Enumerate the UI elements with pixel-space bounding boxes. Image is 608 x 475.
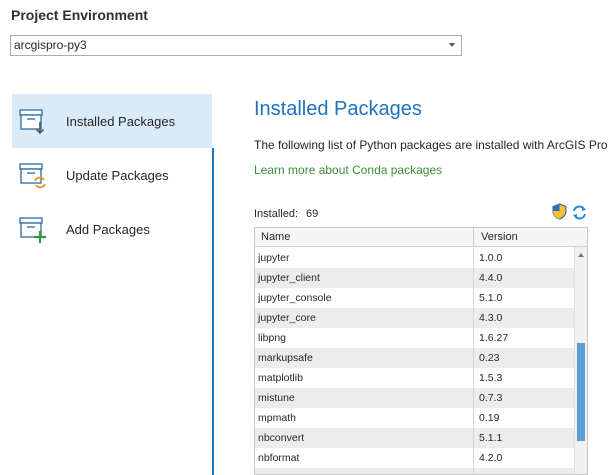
cell-divider [473,428,474,448]
cell-divider [473,448,474,468]
package-name-cell: matplotlib [258,372,303,384]
cell-divider [473,468,474,474]
table-row[interactable] [255,468,575,474]
table-row[interactable]: libpng 1.6.27 [255,328,575,348]
installed-packages-icon [18,106,48,136]
package-version-cell: 0.23 [479,352,500,364]
packages-table: Name Version jupyter 1.0.0 jupyter_client 4… [254,227,588,475]
installed-label: Installed: [254,208,299,220]
package-name-cell: jupyter [258,252,290,264]
cell-divider [473,368,474,388]
page-description: The following list of Python packages ar… [254,138,608,152]
package-name-cell: jupyter_client [258,272,320,284]
table-toolbar [552,203,588,221]
column-divider [473,228,474,247]
sidebar-item-update-packages[interactable]: Update Packages [12,148,212,202]
cell-divider [473,268,474,288]
package-name-cell: mpmath [258,412,296,424]
table-header: Name Version [255,228,587,247]
table-row[interactable]: nbformat 4.2.0 [255,448,575,468]
package-name-cell: jupyter_console [258,292,332,304]
package-name-cell: nbformat [258,452,300,464]
conda-packages-link[interactable]: Learn more about Conda packages [254,163,442,177]
package-name-cell: jupyter_core [258,312,316,324]
package-name-cell: nbconvert [258,432,305,444]
sidebar-divider [212,148,214,475]
package-version-cell: 1.0.0 [479,252,503,264]
table-row[interactable]: markupsafe 0.23 [255,348,575,368]
scrollbar-thumb[interactable] [577,343,585,441]
environment-select[interactable]: arcgispro-py3 [10,35,462,56]
refresh-icon[interactable] [571,204,588,226]
column-header-name[interactable]: Name [261,231,290,243]
cell-divider [473,308,474,328]
sidebar-item-label: Installed Packages [66,113,176,129]
table-row[interactable]: jupyter_console 5.1.0 [255,288,575,308]
table-body: jupyter 1.0.0 jupyter_client 4.4.0 jupyter_c… [255,248,575,474]
cell-divider [473,288,474,308]
package-version-cell: 5.1.1 [479,432,503,444]
vertical-scrollbar[interactable] [574,247,587,474]
package-version-cell: 1.6.27 [479,332,509,344]
package-name-cell: libpng [258,332,287,344]
cell-divider [473,348,474,368]
sidebar-item-label: Add Packages [66,221,150,237]
scroll-up-arrow-icon[interactable] [578,253,584,257]
cell-divider [473,388,474,408]
column-header-version[interactable]: Version [481,231,518,243]
package-version-cell: 4.2.0 [479,452,503,464]
sidebar-item-installed-packages[interactable]: Installed Packages [12,94,212,148]
cell-divider [473,408,474,428]
table-row[interactable]: nbconvert 5.1.1 [255,428,575,448]
cell-divider [473,328,474,348]
project-environment-title: Project Environment [11,7,148,23]
add-packages-icon [18,214,48,244]
table-row[interactable]: mistune 0.7.3 [255,388,575,408]
installed-count-label: Installed: 69 [254,208,318,220]
environment-select-value: arcgispro-py3 [14,38,87,52]
cell-divider [473,248,474,268]
package-version-cell: 1.5.3 [479,372,503,384]
package-version-cell: 0.7.3 [479,392,503,404]
shield-icon[interactable] [552,203,567,225]
update-packages-icon [18,160,48,190]
sidebar: Installed Packages Update Packages Add P… [0,93,241,475]
installed-count: 69 [306,208,319,220]
table-row[interactable]: matplotlib 1.5.3 [255,368,575,388]
chevron-down-icon[interactable] [449,43,455,47]
table-row[interactable]: jupyter_core 4.3.0 [255,308,575,328]
package-version-cell: 4.3.0 [479,312,503,324]
table-row[interactable]: jupyter 1.0.0 [255,248,575,268]
package-name-cell: mistune [258,392,295,404]
package-version-cell: 5.1.0 [479,292,503,304]
table-row[interactable]: mpmath 0.19 [255,408,575,428]
sidebar-item-label: Update Packages [66,167,169,183]
page-title: Installed Packages [254,98,422,120]
table-row[interactable]: jupyter_client 4.4.0 [255,268,575,288]
package-name-cell: markupsafe [258,352,313,364]
package-version-cell: 4.4.0 [479,272,503,284]
package-version-cell: 0.19 [479,412,500,424]
sidebar-item-add-packages[interactable]: Add Packages [12,202,212,256]
